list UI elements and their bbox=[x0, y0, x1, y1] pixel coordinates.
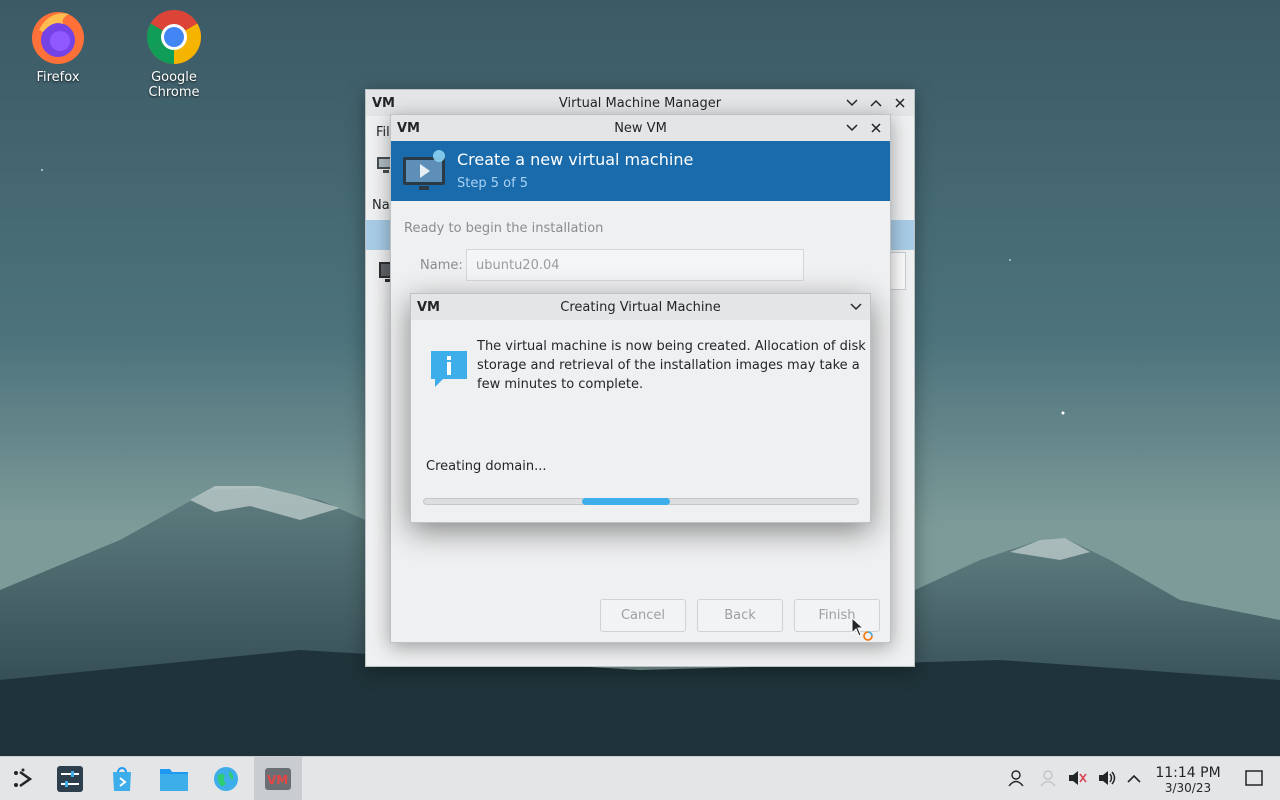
info-icon bbox=[429, 349, 469, 393]
desktop-icon-label: Google Chrome bbox=[148, 70, 200, 100]
desktop-icon-firefox[interactable]: Firefox bbox=[8, 0, 108, 85]
busy-cursor-icon bbox=[851, 616, 873, 645]
virt-manager-icon: VM bbox=[265, 768, 291, 790]
user-icon[interactable] bbox=[1007, 769, 1025, 791]
web-browser-icon[interactable] bbox=[203, 757, 249, 800]
new-vm-monitor-icon bbox=[401, 149, 449, 197]
svg-text:VM: VM bbox=[397, 121, 419, 134]
chrome-icon bbox=[145, 8, 203, 66]
dialog-message: The virtual machine is now being created… bbox=[477, 339, 866, 392]
wizard-header: Create a new virtual machine Step 5 of 5 bbox=[391, 141, 890, 201]
clock-date: 3/30/23 bbox=[1164, 781, 1212, 795]
desktop-icon-label: Firefox bbox=[36, 70, 80, 85]
minimize-button[interactable] bbox=[842, 118, 862, 138]
taskbar: VM 11:14 PM 3/30/23 bbox=[0, 756, 1280, 800]
window-title: New VM bbox=[614, 120, 667, 136]
status-text: Creating domain... bbox=[426, 459, 547, 474]
application-launcher-icon[interactable] bbox=[0, 757, 46, 800]
titlebar[interactable]: VM Creating Virtual Machine bbox=[411, 294, 870, 320]
back-button[interactable]: Back bbox=[697, 599, 783, 632]
clock-time: 11:14 PM bbox=[1155, 765, 1221, 781]
creating-vm-dialog: VM Creating Virtual Machine The virtual … bbox=[410, 293, 871, 523]
virt-manager-taskbar-item[interactable]: VM bbox=[254, 757, 302, 800]
virt-manager-icon: VM bbox=[417, 299, 440, 317]
network-icon[interactable] bbox=[1039, 769, 1057, 791]
volume-icon[interactable] bbox=[1097, 769, 1117, 791]
tray-expand-icon[interactable] bbox=[1127, 773, 1141, 788]
svg-text:VM: VM bbox=[372, 96, 394, 109]
desktop-icon-chrome[interactable]: Google Chrome bbox=[124, 0, 224, 100]
audio-muted-icon[interactable] bbox=[1067, 769, 1087, 791]
cancel-button[interactable]: Cancel bbox=[600, 599, 686, 632]
desktop: Firefox Google Chrome VM Virtual Machine… bbox=[0, 0, 1280, 756]
discover-store-icon[interactable] bbox=[99, 757, 145, 800]
close-button[interactable] bbox=[890, 93, 910, 113]
virt-manager-icon: VM bbox=[397, 120, 420, 138]
wizard-step: Step 5 of 5 bbox=[457, 176, 529, 191]
window-title: Virtual Machine Manager bbox=[558, 95, 722, 111]
titlebar[interactable]: VM Virtual Machine Manager bbox=[366, 90, 914, 116]
minimize-button[interactable] bbox=[846, 297, 866, 317]
wizard-title: Create a new virtual machine bbox=[457, 150, 694, 169]
svg-text:VM: VM bbox=[417, 300, 439, 313]
system-settings-icon[interactable] bbox=[47, 757, 93, 800]
virt-manager-icon: VM bbox=[372, 95, 395, 113]
titlebar[interactable]: VM New VM bbox=[391, 115, 890, 141]
maximize-button[interactable] bbox=[866, 93, 886, 113]
file-manager-icon[interactable] bbox=[151, 757, 197, 800]
name-label: Name: bbox=[420, 258, 463, 273]
ready-label: Ready to begin the installation bbox=[404, 221, 604, 236]
close-button[interactable] bbox=[866, 118, 886, 138]
progress-bar bbox=[423, 498, 859, 505]
svg-text:VM: VM bbox=[267, 773, 288, 787]
window-title: Creating Virtual Machine bbox=[560, 299, 721, 315]
name-field[interactable]: ubuntu20.04 bbox=[466, 249, 804, 281]
progress-indicator bbox=[582, 498, 670, 505]
show-desktop-icon[interactable] bbox=[1245, 769, 1263, 791]
digital-clock[interactable]: 11:14 PM 3/30/23 bbox=[1150, 765, 1226, 795]
minimize-button[interactable] bbox=[842, 93, 862, 113]
firefox-icon bbox=[29, 8, 87, 66]
